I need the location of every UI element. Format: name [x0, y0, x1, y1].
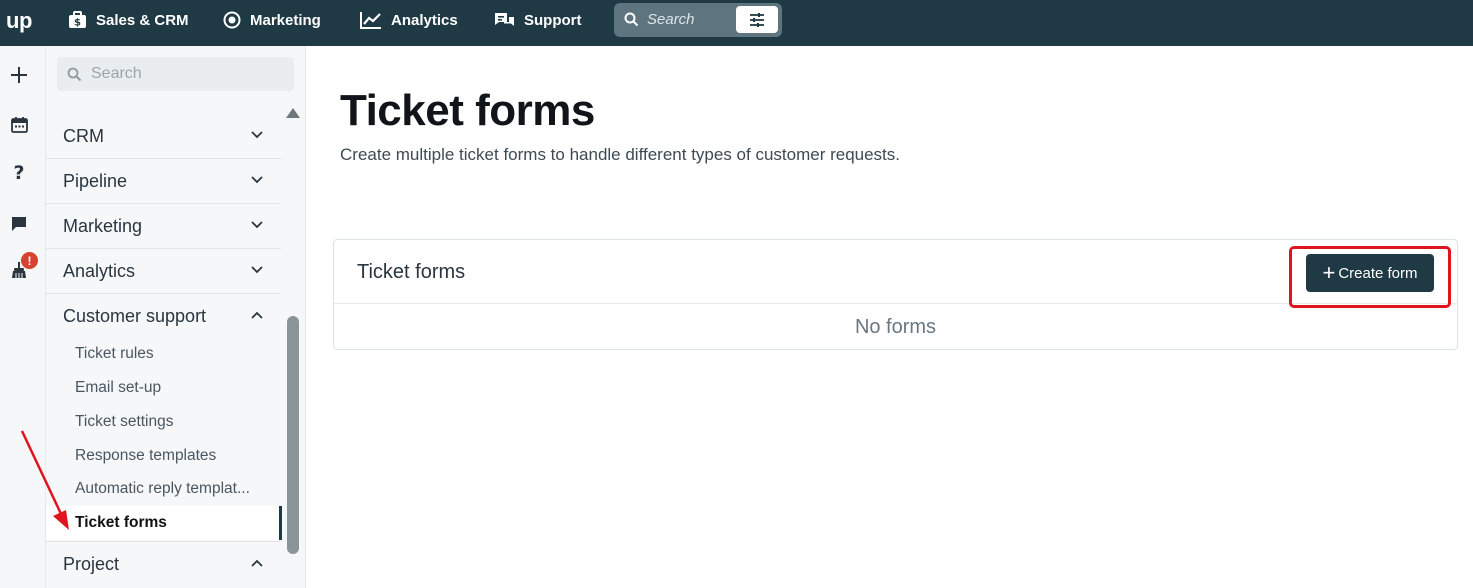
nav-label: Marketing — [250, 11, 321, 29]
section-label: Customer support — [63, 306, 207, 326]
sidebar-section-pipeline[interactable]: Pipeline — [46, 159, 281, 204]
search-icon — [624, 12, 639, 27]
empty-state-text: No forms — [854, 316, 937, 338]
sidebar-item-ticket-forms[interactable]: Ticket forms — [75, 514, 167, 532]
nav-label: Analytics — [391, 11, 458, 29]
sidebar-section-customer-support[interactable]: Customer support — [46, 294, 281, 339]
sidebar-scrollbar[interactable] — [287, 316, 299, 554]
search-filter-button[interactable] — [736, 6, 778, 33]
chat-bubbles-icon — [495, 12, 514, 26]
nav-analytics[interactable]: Analytics — [360, 0, 458, 40]
sidebar-item-ticket-rules[interactable]: Ticket rules — [75, 345, 154, 363]
top-navigation-bar: up $ Sales & CRM Marketing Analytics Sup… — [0, 0, 1473, 46]
chevron-down-icon — [251, 266, 263, 274]
search-placeholder: Search — [647, 11, 695, 28]
nav-label: Sales & CRM — [96, 11, 189, 29]
nav-label: Support — [524, 11, 582, 29]
sidebar-section-project[interactable]: Project — [46, 541, 281, 586]
highlight-box — [1289, 246, 1451, 308]
chart-line-icon — [360, 12, 381, 29]
section-label: Project — [63, 554, 120, 574]
sidebar-item-email-setup[interactable]: Email set-up — [75, 379, 161, 397]
sidebar-search-placeholder: Search — [91, 65, 142, 82]
nav-marketing[interactable]: Marketing — [223, 0, 321, 40]
settings-sidebar: Search CRM Pipeline Marketing Analytics … — [46, 46, 306, 588]
chevron-down-icon — [251, 221, 263, 229]
sidebar-section-marketing[interactable]: Marketing — [46, 204, 281, 249]
page-title: Ticket forms — [340, 86, 595, 135]
sliders-icon — [750, 12, 764, 27]
annotation-arrow-icon — [20, 430, 69, 530]
scroll-up-arrow-icon[interactable] — [286, 108, 300, 118]
target-icon — [223, 11, 241, 29]
sidebar-item-ticket-settings[interactable]: Ticket settings — [75, 413, 174, 431]
sidebar-item-automatic-reply-templates[interactable]: Automatic reply templat... — [75, 480, 250, 498]
sidebar-section-crm[interactable]: CRM — [46, 114, 281, 159]
chevron-up-icon — [251, 559, 263, 567]
nav-support[interactable]: Support — [494, 0, 582, 40]
sidebar-section-analytics[interactable]: Analytics — [46, 249, 281, 294]
chevron-down-icon — [251, 131, 263, 139]
sidebar-item-response-templates[interactable]: Response templates — [75, 447, 216, 465]
nav-sales-crm[interactable]: $ Sales & CRM — [68, 0, 189, 40]
page-subtitle: Create multiple ticket forms to handle d… — [340, 145, 901, 164]
sidebar-search-input[interactable]: Search — [57, 57, 294, 91]
chevron-up-icon — [251, 311, 263, 319]
active-item-indicator — [279, 506, 282, 540]
card-title: Ticket forms — [357, 261, 466, 283]
chevron-down-icon — [251, 176, 263, 184]
global-search[interactable]: Search — [614, 3, 782, 37]
